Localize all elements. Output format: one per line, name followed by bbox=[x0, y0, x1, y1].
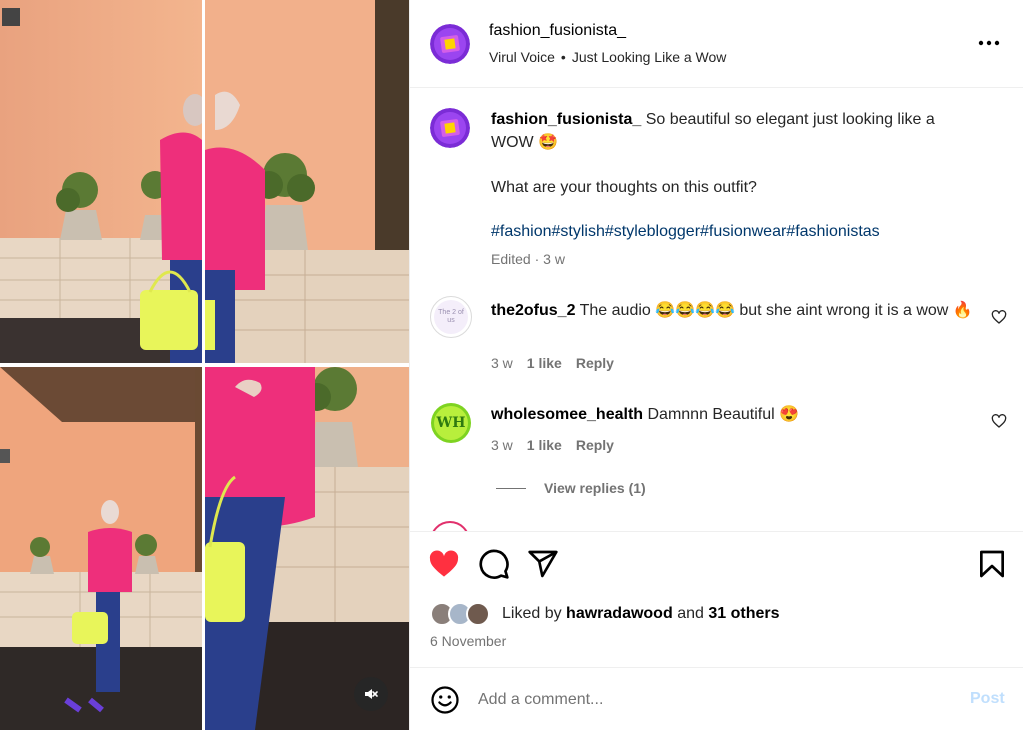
emoji-icon bbox=[431, 686, 459, 714]
comment-likes[interactable]: 1 like bbox=[527, 355, 562, 371]
mute-toggle-button[interactable] bbox=[354, 677, 388, 711]
caption-meta: Edited · 3 w bbox=[491, 251, 565, 267]
audio-separator: • bbox=[560, 49, 566, 65]
like-button[interactable] bbox=[428, 548, 460, 580]
author-username[interactable]: fashion_fusionista_ bbox=[489, 22, 626, 40]
reply-button[interactable]: Reply bbox=[576, 437, 614, 453]
likes-summary[interactable]: Liked by hawradawood and 31 others bbox=[430, 602, 779, 626]
photo-panel-4 bbox=[205, 367, 409, 730]
post-date[interactable]: 6 November bbox=[430, 633, 506, 649]
comment-avatar-label: The 2 of us bbox=[438, 309, 464, 324]
caption-line-2: What are your thoughts on this outfit? bbox=[491, 179, 757, 196]
liker-avatars bbox=[430, 602, 494, 626]
comment-text: the2ofus_2 The audio 😂😂😂😂 but she aint w… bbox=[491, 299, 977, 322]
likes-others[interactable]: 31 others bbox=[708, 605, 779, 623]
post-comment-button[interactable]: Post bbox=[970, 690, 1005, 708]
comment-meta: 3 w 1 like Reply bbox=[491, 355, 628, 371]
comment-time: 3 w bbox=[491, 437, 513, 453]
comment-username[interactable]: the2ofus_2 bbox=[491, 302, 575, 319]
comment-text: wholesomee_health Damnnn Beautiful 😍 bbox=[491, 403, 977, 426]
save-button[interactable] bbox=[976, 548, 1008, 580]
share-icon bbox=[528, 550, 558, 578]
comment-composer: Post bbox=[410, 667, 1023, 730]
audio-track[interactable]: Just Looking Like a Wow bbox=[572, 49, 727, 65]
comment-username[interactable]: wholesomee_health bbox=[491, 406, 643, 423]
liked-by-user[interactable]: hawradawood bbox=[566, 605, 673, 623]
post-actions: Liked by hawradawood and 31 others 6 Nov… bbox=[410, 531, 1023, 667]
bookmark-icon bbox=[980, 550, 1004, 578]
reply-button[interactable]: Reply bbox=[576, 355, 614, 371]
comment-body: Damnnn Beautiful 😍 bbox=[647, 406, 800, 423]
collage-divider-horizontal bbox=[0, 363, 409, 367]
share-button[interactable] bbox=[527, 548, 559, 580]
like-comment-heart-icon[interactable] bbox=[991, 413, 1007, 429]
comment-body: The audio 😂😂😂😂 but she aint wrong it is … bbox=[579, 302, 973, 319]
audio-info[interactable]: Virul Voice • Just Looking Like a Wow bbox=[489, 49, 726, 65]
liker-avatar bbox=[466, 602, 490, 626]
likes-prefix: Liked by bbox=[502, 605, 562, 622]
caption-username[interactable]: fashion_fusionista_ bbox=[491, 111, 641, 128]
comment-avatar-label: WH bbox=[436, 415, 466, 431]
author-avatar[interactable] bbox=[430, 24, 470, 64]
post-media[interactable] bbox=[0, 0, 409, 730]
comment-time: 3 w bbox=[491, 355, 513, 371]
more-options-icon bbox=[978, 40, 1000, 46]
muted-speaker-icon bbox=[365, 689, 378, 699]
view-replies-button[interactable]: View replies (1) bbox=[496, 480, 646, 496]
audio-artist[interactable]: Virul Voice bbox=[489, 49, 555, 65]
photo-panel-2 bbox=[205, 0, 409, 363]
emoji-picker-button[interactable] bbox=[430, 685, 460, 715]
heart-icon bbox=[429, 550, 459, 577]
comment-button[interactable] bbox=[478, 548, 510, 580]
comment-meta: 3 w 1 like Reply bbox=[491, 437, 628, 453]
comments-list[interactable]: fashion_fusionista_ So beautiful so eleg… bbox=[410, 89, 1023, 531]
comment-avatar[interactable]: WH bbox=[430, 402, 472, 444]
post-header: fashion_fusionista_ Virul Voice • Just Loo… bbox=[410, 0, 1023, 88]
view-replies-label: View replies (1) bbox=[544, 480, 646, 496]
comment-icon bbox=[479, 549, 509, 579]
comment-likes[interactable]: 1 like bbox=[527, 437, 562, 453]
photo-panel-3 bbox=[0, 367, 202, 730]
next-comment-avatar[interactable] bbox=[430, 521, 470, 531]
comment-avatar[interactable]: The 2 of us bbox=[430, 296, 472, 338]
replies-line bbox=[496, 487, 526, 489]
caption-text: fashion_fusionista_ So beautiful so eleg… bbox=[491, 108, 977, 154]
caption-hashtags[interactable]: #fashion#stylish#styleblogger#fusionwear… bbox=[491, 220, 977, 243]
caption-author-avatar[interactable] bbox=[430, 108, 470, 148]
like-comment-heart-icon[interactable] bbox=[991, 309, 1007, 325]
post-sidebar: fashion_fusionista_ Virul Voice • Just Loo… bbox=[409, 0, 1023, 730]
likes-conjunction: and bbox=[677, 605, 704, 622]
more-options-button[interactable] bbox=[976, 30, 1002, 56]
photo-panel-1 bbox=[0, 0, 202, 363]
comment-input[interactable] bbox=[478, 684, 938, 716]
